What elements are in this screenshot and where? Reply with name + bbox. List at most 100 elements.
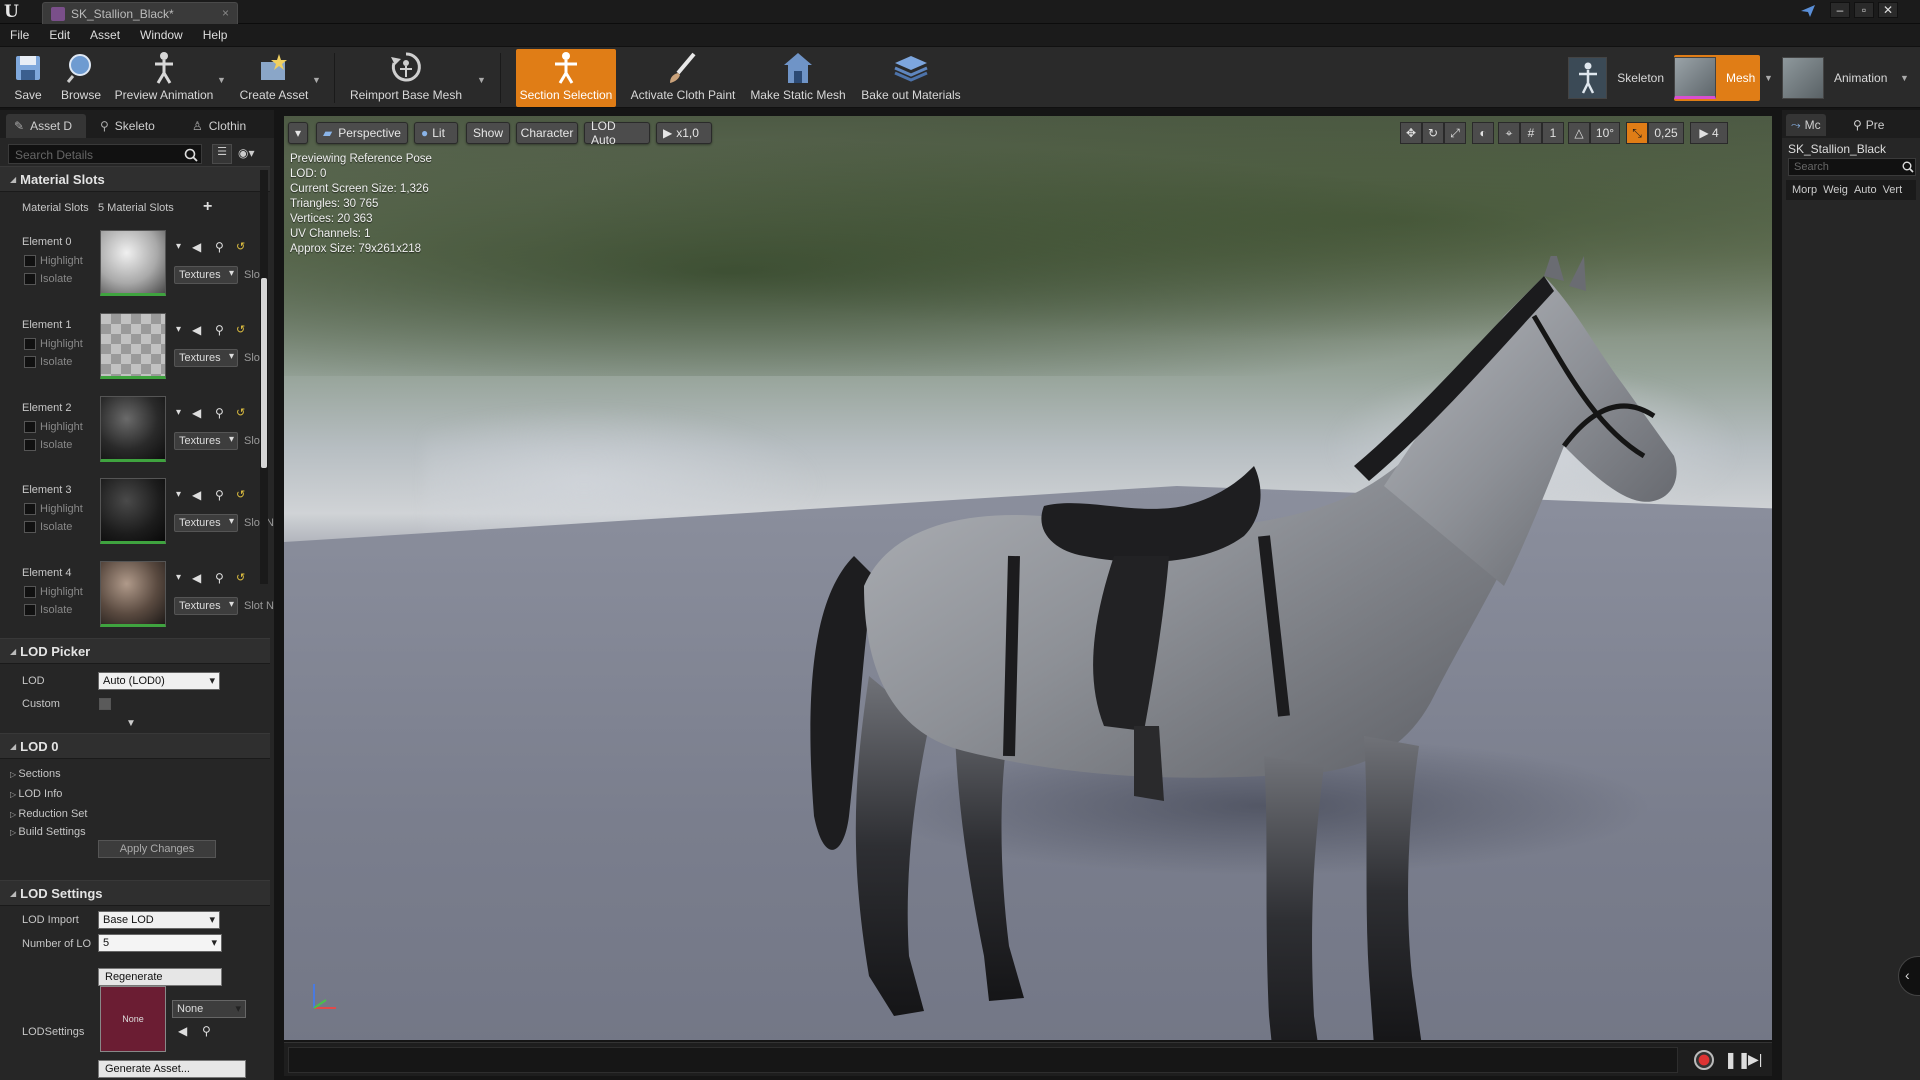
lod-picker-header[interactable]: ◢ LOD Picker <box>0 638 270 664</box>
lodsettings-dropdown[interactable]: None <box>172 1000 246 1018</box>
tree-item-reduction-settings[interactable]: Reduction Set <box>10 808 87 820</box>
element-2-material-thumbnail[interactable] <box>100 396 166 462</box>
menu-window[interactable]: Window <box>140 28 183 42</box>
tab-morph-target-previewer[interactable]: ⤳ Mc <box>1786 114 1826 136</box>
camera-speed-button[interactable]: ▶ 4 <box>1690 122 1728 144</box>
element-2-isolate-checkbox[interactable] <box>24 439 36 451</box>
apply-changes-button[interactable]: Apply Changes <box>98 840 216 858</box>
element-2-textures-dropdown[interactable]: Textures <box>174 432 238 450</box>
element-1-browse-search-icon[interactable]: ⚲ <box>215 323 224 337</box>
expand-advanced-icon[interactable]: ▼ <box>126 718 136 729</box>
maximize-button[interactable]: ▫ <box>1854 2 1874 18</box>
column-morph-target[interactable]: Morp <box>1792 184 1817 196</box>
animation-mode-dropdown-icon[interactable]: ▼ <box>1900 73 1909 83</box>
element-1-highlight-checkbox[interactable] <box>24 338 36 350</box>
preview-animation-button[interactable]: Preview Animation <box>112 49 216 107</box>
step-forward-button[interactable]: ▶| <box>1748 1051 1762 1068</box>
search-icon[interactable] <box>1902 161 1914 173</box>
notification-icon[interactable] <box>1800 4 1816 18</box>
column-weight[interactable]: Weig <box>1823 184 1848 196</box>
element-3-highlight-checkbox[interactable] <box>24 503 36 515</box>
lodsettings-browse-search-icon[interactable]: ⚲ <box>202 1024 211 1038</box>
mesh-mode-dropdown-icon[interactable]: ▼ <box>1764 73 1773 83</box>
element-3-material-thumbnail[interactable] <box>100 478 166 544</box>
playback-speed-button[interactable]: ▶ x1,0 <box>656 122 712 144</box>
element-0-highlight-checkbox[interactable] <box>24 255 36 267</box>
collapse-panel-button[interactable]: ‹ <box>1898 956 1920 996</box>
element-0-use-selected-arrow-icon[interactable]: ◀ <box>192 240 201 254</box>
scale-mode-icon[interactable]: ⤢ <box>1444 122 1466 144</box>
view-options-list-icon[interactable]: ☰ <box>212 144 232 164</box>
close-tab-icon[interactable]: × <box>222 6 229 20</box>
pause-button[interactable]: ❚❚ <box>1724 1050 1751 1070</box>
element-4-textures-dropdown[interactable]: Textures <box>174 597 238 615</box>
character-button[interactable]: Character <box>516 122 578 144</box>
create-asset-dropdown-icon[interactable]: ▼ <box>312 75 321 85</box>
add-material-slot-button[interactable]: + <box>203 198 212 216</box>
grid-snap-value[interactable]: 1 <box>1542 122 1564 144</box>
lod0-header[interactable]: ◢ LOD 0 <box>0 733 270 759</box>
custom-lod-checkbox[interactable] <box>99 698 111 710</box>
perspective-button[interactable]: ▰ Perspective <box>316 122 408 144</box>
column-auto[interactable]: Auto <box>1854 184 1877 196</box>
element-2-reset-icon[interactable]: ↺ <box>236 406 245 419</box>
minimize-button[interactable]: – <box>1830 2 1850 18</box>
tab-skeleton-tree[interactable]: ⚲ Skeleto <box>92 114 172 138</box>
element-1-material-thumbnail[interactable] <box>100 313 166 379</box>
element-0-textures-dropdown[interactable]: Textures <box>174 266 238 284</box>
lodsettings-use-selected-arrow-icon[interactable]: ◀ <box>178 1024 187 1038</box>
column-vert[interactable]: Vert <box>1883 184 1903 196</box>
tab-clothing[interactable]: ♙ Clothin <box>184 114 268 138</box>
tree-item-build-settings[interactable]: Build Settings <box>10 826 85 838</box>
skeleton-mode-button[interactable]: Skeleton <box>1568 55 1664 101</box>
element-3-reset-icon[interactable]: ↺ <box>236 488 245 501</box>
preview-viewport[interactable]: ▾ ▰ Perspective ● Lit Show Character LOD… <box>284 116 1772 1040</box>
lit-view-mode-button[interactable]: ● Lit <box>414 122 458 144</box>
regenerate-button[interactable]: Regenerate <box>98 968 222 986</box>
element-0-reset-icon[interactable]: ↺ <box>236 240 245 253</box>
details-scrollbar[interactable] <box>260 170 268 584</box>
animation-mode-button[interactable]: Animation <box>1782 55 1900 101</box>
search-icon[interactable] <box>184 148 198 162</box>
element-4-browse-search-icon[interactable]: ⚲ <box>215 571 224 585</box>
element-4-reset-icon[interactable]: ↺ <box>236 571 245 584</box>
mesh-mode-button[interactable]: Mesh <box>1674 55 1760 101</box>
lod-settings-header[interactable]: ◢ LOD Settings <box>0 880 270 906</box>
reimport-dropdown-icon[interactable]: ▼ <box>477 75 486 85</box>
browse-button[interactable]: Browse <box>58 49 104 107</box>
element-0-material-thumbnail[interactable] <box>100 230 166 296</box>
element-1-use-selected-arrow-icon[interactable]: ◀ <box>192 323 201 337</box>
tree-item-sections[interactable]: Sections <box>10 768 60 780</box>
element-1-isolate-checkbox[interactable] <box>24 356 36 368</box>
activate-cloth-paint-button[interactable]: Activate Cloth Paint <box>626 49 740 107</box>
menu-help[interactable]: Help <box>203 28 228 42</box>
rotate-mode-icon[interactable]: ↻ <box>1422 122 1444 144</box>
element-2-use-selected-arrow-icon[interactable]: ◀ <box>192 406 201 420</box>
element-3-isolate-checkbox[interactable] <box>24 521 36 533</box>
lodsettings-asset-thumbnail[interactable]: None <box>100 986 166 1052</box>
viewport-options-dropdown[interactable]: ▾ <box>288 122 308 144</box>
translate-mode-icon[interactable]: ✥ <box>1400 122 1422 144</box>
element-4-combo-dropdown-icon[interactable]: ▾ <box>176 572 181 583</box>
lod-auto-button[interactable]: LOD Auto <box>584 119 650 147</box>
visibility-eye-icon[interactable]: ◉▾ <box>238 146 255 160</box>
scale-snap-icon[interactable]: ⤡ <box>1626 122 1648 144</box>
lod-import-dropdown[interactable]: Base LOD <box>98 911 220 929</box>
element-2-combo-dropdown-icon[interactable]: ▾ <box>176 407 181 418</box>
details-scrollbar-thumb[interactable] <box>261 278 267 468</box>
element-2-highlight-checkbox[interactable] <box>24 421 36 433</box>
scale-snap-value[interactable]: 0,25 <box>1648 122 1684 144</box>
element-0-isolate-checkbox[interactable] <box>24 273 36 285</box>
tab-preview-scene-settings[interactable]: ⚲ Pre <box>1848 114 1889 136</box>
element-4-isolate-checkbox[interactable] <box>24 604 36 616</box>
reimport-base-mesh-button[interactable]: Reimport Base Mesh <box>348 49 464 107</box>
menu-edit[interactable]: Edit <box>49 28 70 42</box>
number-of-lods-input[interactable]: 5 <box>98 934 222 952</box>
generate-asset-button[interactable]: Generate Asset... <box>98 1060 246 1078</box>
lod-dropdown[interactable]: Auto (LOD0) <box>98 672 220 690</box>
element-1-combo-dropdown-icon[interactable]: ▾ <box>176 324 181 335</box>
section-selection-button[interactable]: Section Selection <box>516 49 616 107</box>
element-3-combo-dropdown-icon[interactable]: ▾ <box>176 489 181 500</box>
element-1-reset-icon[interactable]: ↺ <box>236 323 245 336</box>
make-static-mesh-button[interactable]: Make Static Mesh <box>748 49 848 107</box>
